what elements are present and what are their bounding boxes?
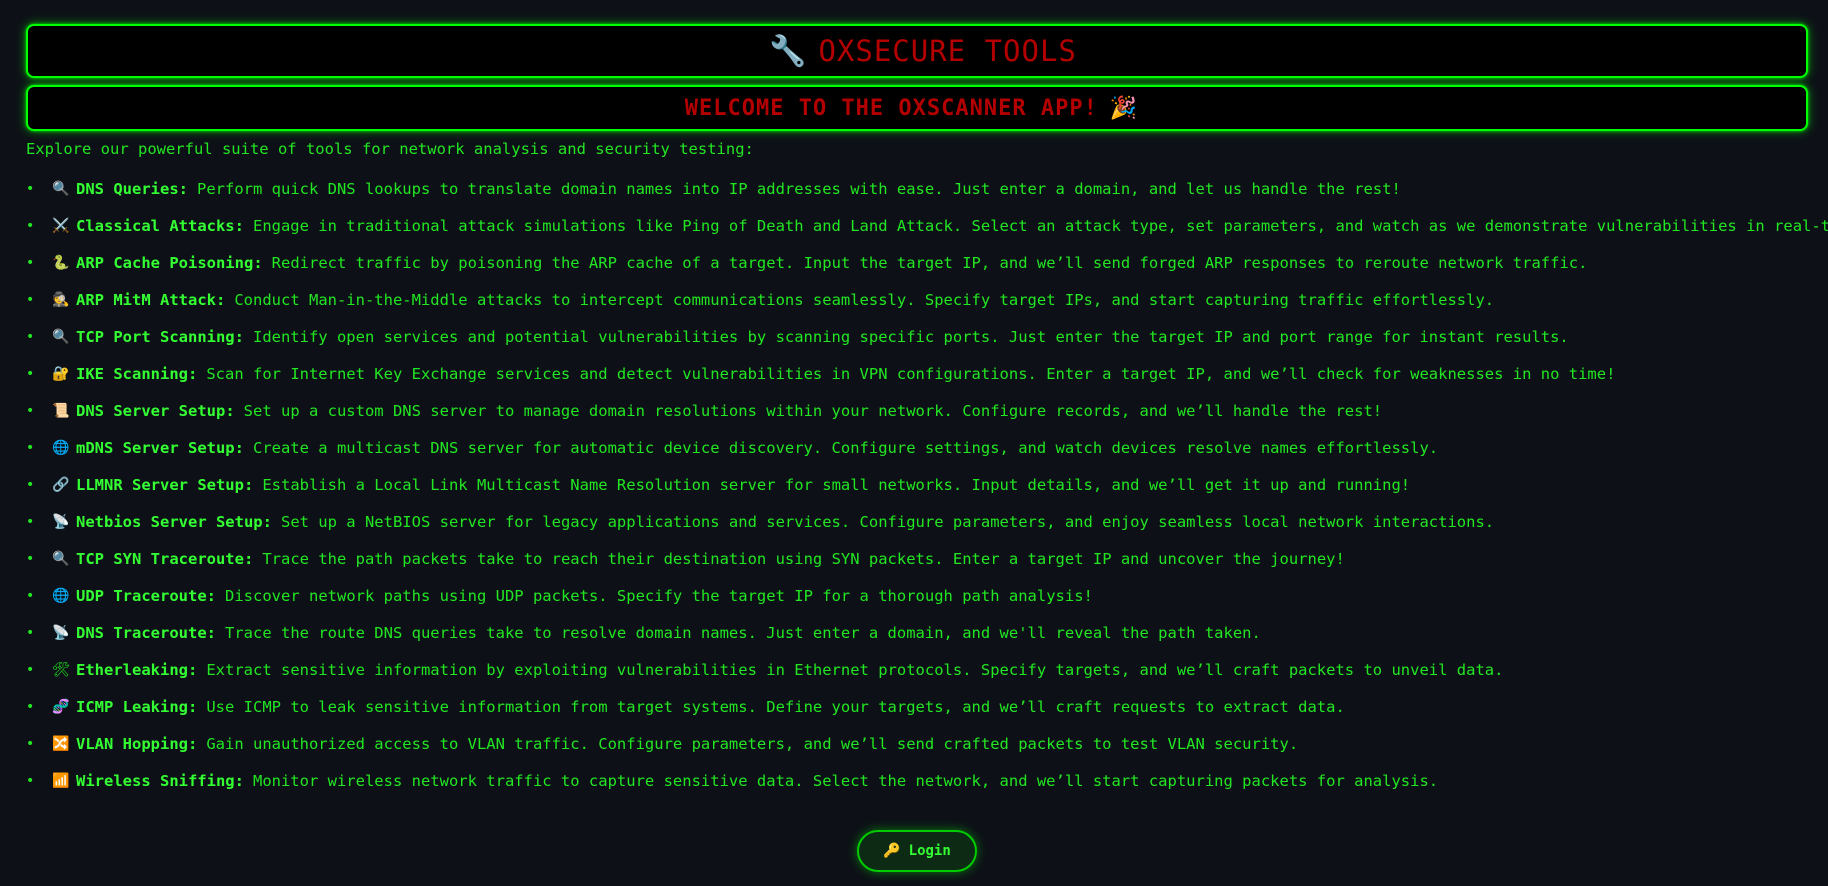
tool-vlan-hopping: • 🔀 VLAN Hopping: Gain unauthorized acce…: [26, 734, 1299, 753]
tool-description: Create a multicast DNS server for automa…: [252, 438, 1439, 457]
tool-dns-server-setup: • 📜 DNS Server Setup: Set up a custom DN…: [26, 401, 1383, 420]
lock-key-icon: 🔐: [52, 365, 70, 382]
welcome-banner: WELCOME TO THE OXSCANNER APP! 🎉: [26, 85, 1808, 131]
tool-name: Wireless Sniffing: [76, 771, 235, 790]
tool-description: Discover network paths using UDP packets…: [225, 586, 1093, 605]
wrench-icon: 🔧: [769, 33, 807, 69]
bullet: •: [26, 328, 35, 345]
tool-name: VLAN Hopping: [76, 734, 188, 753]
tool-description: Extract sensitive information by exploit…: [206, 660, 1504, 679]
bullet: •: [26, 402, 35, 419]
bullet: •: [26, 291, 35, 308]
tool-name: DNS Server Setup: [76, 401, 226, 420]
tool-ike-scanning: • 🔐 IKE Scanning: Scan for Internet Key …: [26, 364, 1616, 383]
tool-name: TCP SYN Traceroute: [76, 549, 244, 568]
tool-dns-traceroute: • 📡 DNS Traceroute: Trace the route DNS …: [26, 623, 1261, 642]
bullet: •: [26, 476, 35, 493]
tool-description: Gain unauthorized access to VLAN traffic…: [206, 734, 1299, 753]
tool-name: DNS Queries: [76, 179, 179, 198]
tool-classical-attacks: • ⚔️ Classical Attacks: Engage in tradit…: [26, 207, 1828, 244]
tool-name: DNS Traceroute: [76, 623, 207, 642]
tool-tcp-syn-traceroute: • 🔍 TCP SYN Traceroute: Trace the path p…: [26, 549, 1345, 568]
dna-icon: 🧬: [52, 698, 70, 715]
tool-name: ARP MitM Attack: [76, 290, 216, 309]
tool-name: Classical Attacks: [76, 216, 235, 235]
tool-mdns-server-setup: • 🌐 mDNS Server Setup: Create a multicas…: [26, 438, 1439, 457]
hammer-wrench-icon: 🛠: [52, 661, 70, 678]
satellite-icon: 📡: [52, 513, 70, 530]
tool-icmp-leaking: • 🧬 ICMP Leaking: Use ICMP to leak sensi…: [26, 697, 1345, 716]
tool-dns-queries: • 🔍 DNS Queries: Perform quick DNS looku…: [26, 179, 1401, 198]
tool-name: IKE Scanning: [76, 364, 188, 383]
scroll-icon: 📜: [52, 402, 70, 419]
tool-description: Scan for Internet Key Exchange services …: [206, 364, 1616, 383]
key-icon: 🔑: [883, 843, 901, 859]
title-banner: 🔧 OXSECURE TOOLS: [26, 24, 1808, 78]
link-icon: 🔗: [52, 476, 70, 493]
snake-icon: 🐍: [52, 254, 70, 271]
party-popper-icon: 🎉: [1109, 95, 1138, 121]
login-button[interactable]: 🔑 Login: [857, 830, 977, 872]
tool-name: LLMNR Server Setup: [76, 475, 244, 494]
bullet: •: [26, 772, 35, 789]
detective-icon: 🕵️: [52, 291, 70, 308]
bullet: •: [26, 550, 35, 567]
magnifier-icon: 🔍: [52, 328, 70, 345]
globe-icon: 🌐: [52, 587, 70, 604]
tool-etherleaking: • 🛠 Etherleaking: Extract sensitive info…: [26, 660, 1504, 679]
tool-name: Netbios Server Setup: [76, 512, 263, 531]
tool-description: Trace the path packets take to reach the…: [262, 549, 1345, 568]
tool-name: mDNS Server Setup: [76, 438, 235, 457]
tool-description: Monitor wireless network traffic to capt…: [252, 771, 1439, 790]
tool-list: • 🔍 DNS Queries: Perform quick DNS looku…: [26, 170, 1828, 799]
tool-llmnr-server-setup: • 🔗 LLMNR Server Setup: Establish a Loca…: [26, 475, 1411, 494]
bullet: •: [26, 180, 35, 197]
magnifier-icon: 🔍: [52, 550, 70, 567]
bullet: •: [26, 513, 35, 530]
signal-bars-icon: 📶: [52, 772, 70, 789]
intro-text: Explore our powerful suite of tools for …: [26, 140, 754, 158]
magnifier-icon: 🔍: [52, 180, 70, 197]
tool-description: Identify open services and potential vul…: [252, 327, 1569, 346]
welcome-heading: WELCOME TO THE OXSCANNER APP!: [684, 95, 1098, 121]
bullet: •: [26, 698, 35, 715]
tool-name: TCP Port Scanning: [76, 327, 235, 346]
globe-icon: 🌐: [52, 439, 70, 456]
login-label: Login: [908, 843, 951, 859]
tool-name: ICMP Leaking: [76, 697, 188, 716]
tool-description: Engage in traditional attack simulations…: [252, 216, 1828, 235]
tool-description: Trace the route DNS queries take to reso…: [225, 623, 1261, 642]
tool-wireless-sniffing: • 📶 Wireless Sniffing: Monitor wireless …: [26, 771, 1439, 790]
tool-name: UDP Traceroute: [76, 586, 207, 605]
bullet: •: [26, 365, 35, 382]
tool-netbios-server-setup: • 📡 Netbios Server Setup: Set up a NetBI…: [26, 512, 1495, 531]
tool-description: Perform quick DNS lookups to translate d…: [197, 179, 1401, 198]
tool-arp-mitm-attack: • 🕵️ ARP MitM Attack: Conduct Man-in-the…: [26, 290, 1495, 309]
bullet: •: [26, 624, 35, 641]
tool-description: Use ICMP to leak sensitive information f…: [206, 697, 1345, 716]
bullet: •: [26, 587, 35, 604]
tool-description: Redirect traffic by poisoning the ARP ca…: [271, 253, 1588, 272]
satellite-icon: 📡: [52, 624, 70, 641]
tool-name: ARP Cache Poisoning: [76, 253, 254, 272]
tool-arp-cache-poisoning: • 🐍 ARP Cache Poisoning: Redirect traffi…: [26, 253, 1588, 272]
bullet: •: [26, 661, 35, 678]
tool-description: Establish a Local Link Multicast Name Re…: [262, 475, 1411, 494]
bullet: •: [26, 439, 35, 456]
crossed-swords-icon: ⚔️: [52, 217, 70, 234]
tool-udp-traceroute: • 🌐 UDP Traceroute: Discover network pat…: [26, 586, 1093, 605]
tool-description: Set up a custom DNS server to manage dom…: [243, 401, 1383, 420]
bullet: •: [26, 254, 35, 271]
bullet: •: [26, 735, 35, 752]
tool-name: Etherleaking: [76, 660, 188, 679]
tool-tcp-port-scanning: • 🔍 TCP Port Scanning: Identify open ser…: [26, 327, 1569, 346]
bullet: •: [26, 217, 35, 234]
tool-description: Set up a NetBIOS server for legacy appli…: [280, 512, 1495, 531]
page-title: OXSECURE TOOLS: [818, 34, 1077, 68]
shuffle-icon: 🔀: [52, 735, 70, 752]
tool-description: Conduct Man-in-the-Middle attacks to int…: [234, 290, 1495, 309]
